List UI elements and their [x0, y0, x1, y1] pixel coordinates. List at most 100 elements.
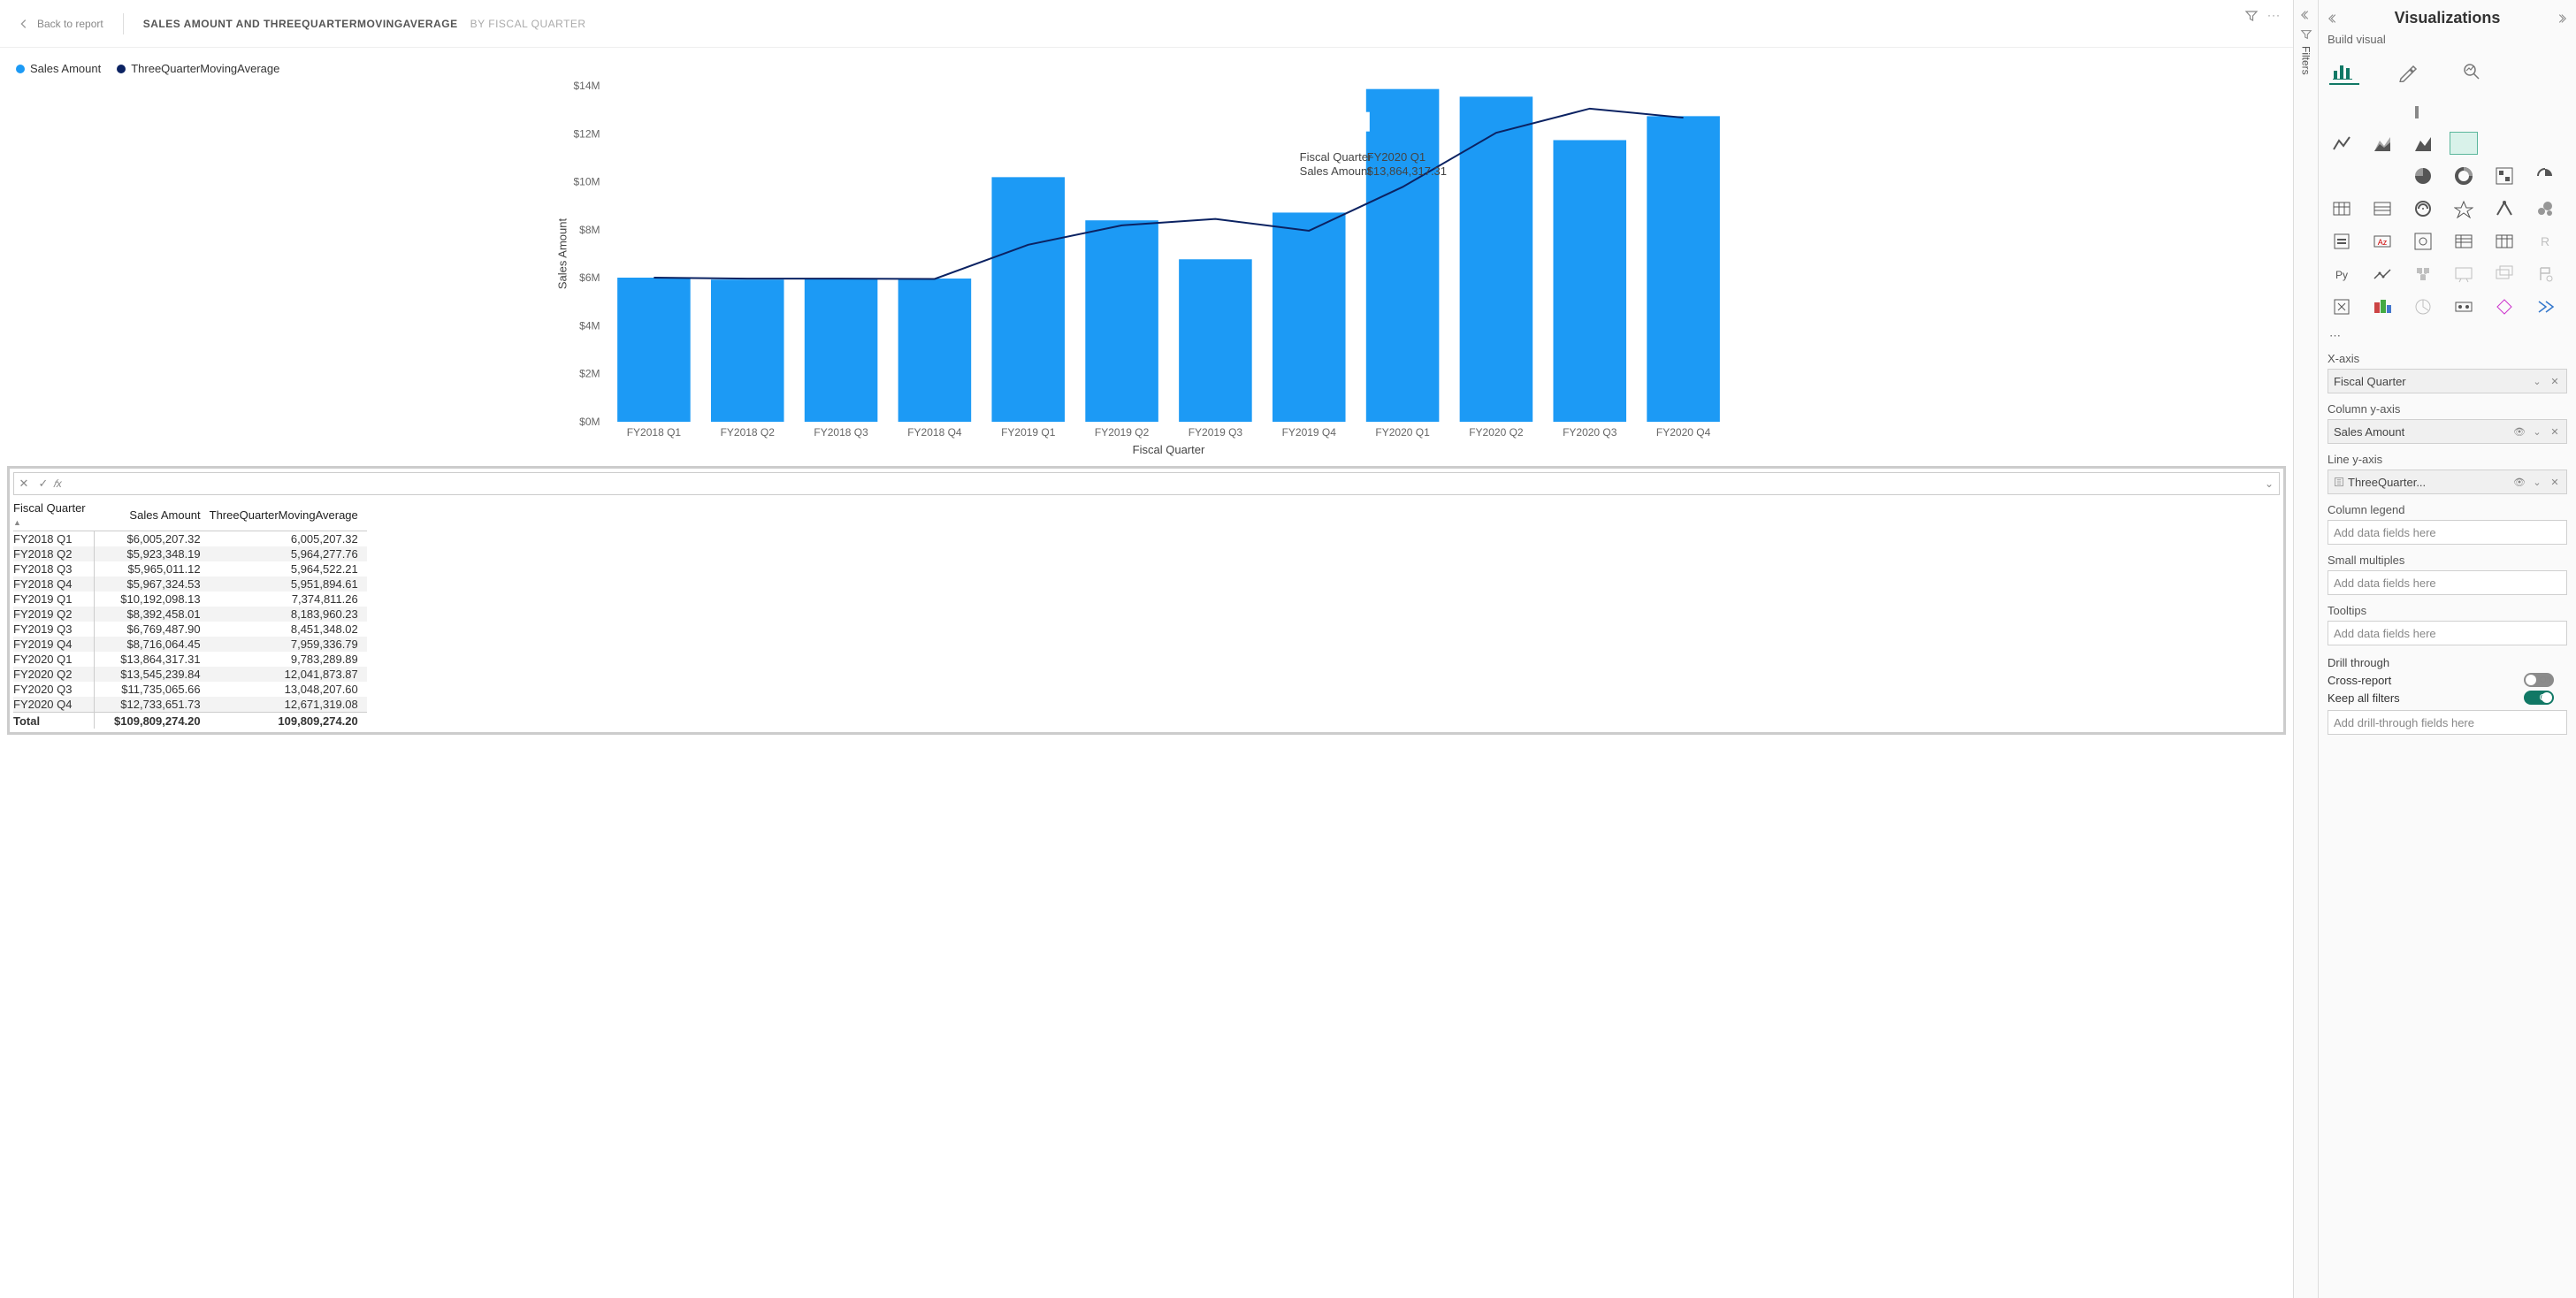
col-header-fiscal-quarter[interactable]: Fiscal Quarter: [13, 501, 86, 515]
visual-type-option[interactable]: [2409, 132, 2437, 155]
visual-type-option[interactable]: [2409, 99, 2437, 122]
bar[interactable]: [1179, 259, 1252, 422]
visual-type-option[interactable]: [2450, 132, 2478, 155]
bar[interactable]: [711, 279, 784, 422]
visual-type-option[interactable]: [2450, 164, 2478, 187]
bar[interactable]: [1085, 220, 1158, 422]
table-row[interactable]: FY2020 Q2$13,545,239.8412,041,873.87: [13, 667, 367, 682]
visual-type-option[interactable]: [2490, 197, 2519, 220]
visual-type-option[interactable]: [2531, 295, 2559, 318]
table-row[interactable]: FY2019 Q3$6,769,487.908,451,348.02: [13, 622, 367, 637]
visual-type-option[interactable]: [2450, 230, 2478, 253]
bar[interactable]: [805, 279, 878, 422]
visual-type-option[interactable]: [2531, 132, 2559, 155]
table-row[interactable]: FY2019 Q1$10,192,098.137,374,811.26: [13, 592, 367, 607]
visual-type-option[interactable]: [2368, 99, 2396, 122]
table-row[interactable]: FY2020 Q3$11,735,065.6613,048,207.60: [13, 682, 367, 697]
visual-type-option[interactable]: [2450, 99, 2478, 122]
visual-type-option[interactable]: [2328, 164, 2356, 187]
formula-bar[interactable]: ✕ ✓ 𝑓x ⌄: [13, 472, 2280, 495]
visual-type-option[interactable]: [2409, 230, 2437, 253]
chart-visual[interactable]: Sales Amount ThreeQuarterMovingAverage $…: [0, 48, 2293, 462]
visual-type-option[interactable]: [2328, 99, 2356, 122]
visual-type-option[interactable]: [2490, 164, 2519, 187]
visual-type-option[interactable]: [2531, 164, 2559, 187]
table-row[interactable]: FY2018 Q3$5,965,011.125,964,522.21: [13, 561, 367, 576]
gallery-more-icon[interactable]: ⋯: [2329, 329, 2567, 343]
visibility-icon[interactable]: 👁: [2513, 426, 2526, 438]
table-row[interactable]: FY2018 Q2$5,923,348.195,964,277.76: [13, 546, 367, 561]
format-visual-tab[interactable]: [2393, 58, 2423, 85]
visual-type-option[interactable]: [2368, 295, 2396, 318]
well-column-y[interactable]: Sales Amount 👁⌄✕: [2328, 419, 2567, 444]
bar[interactable]: [1647, 116, 1720, 422]
remove-field-icon[interactable]: ✕: [2549, 426, 2561, 438]
chevron-down-icon[interactable]: ⌄: [2531, 477, 2543, 488]
visual-type-option[interactable]: Az: [2368, 230, 2396, 253]
visual-type-option[interactable]: Py: [2328, 263, 2356, 286]
visual-type-option[interactable]: [2409, 164, 2437, 187]
visual-type-option[interactable]: [2368, 132, 2396, 155]
remove-field-icon[interactable]: ✕: [2549, 477, 2561, 488]
line-column-chart[interactable]: $0M$2M$4M$6M$8M$10M$12M$14MSales AmountF…: [16, 79, 2277, 459]
bar[interactable]: [1366, 89, 1440, 422]
visual-type-option[interactable]: [2328, 295, 2356, 318]
data-table[interactable]: Fiscal Quarter▲ Sales Amount ThreeQuarte…: [13, 499, 367, 729]
bar[interactable]: [1273, 212, 1346, 422]
visual-type-option[interactable]: [2368, 164, 2396, 187]
legend-item-moving-avg[interactable]: ThreeQuarterMovingAverage: [117, 62, 279, 75]
more-options-icon[interactable]: ···: [2267, 9, 2281, 26]
commit-formula-icon[interactable]: ✓: [34, 477, 53, 491]
bar[interactable]: [1553, 140, 1626, 422]
col-header-moving-avg[interactable]: ThreeQuarterMovingAverage: [210, 499, 367, 531]
visual-type-option[interactable]: [2368, 263, 2396, 286]
visual-type-option[interactable]: [2531, 99, 2559, 122]
table-row[interactable]: FY2020 Q4$12,733,651.7312,671,319.08: [13, 697, 367, 713]
table-row[interactable]: FY2020 Q1$13,864,317.319,783,289.89: [13, 652, 367, 667]
visual-type-option[interactable]: [2328, 197, 2356, 220]
table-row[interactable]: FY2018 Q4$5,967,324.535,951,894.61: [13, 576, 367, 592]
col-header-sales-amount[interactable]: Sales Amount: [95, 499, 210, 531]
fx-icon[interactable]: 𝑓x: [53, 477, 78, 491]
bar[interactable]: [617, 278, 691, 422]
well-column-legend[interactable]: Add data fields here: [2328, 520, 2567, 545]
visual-type-option[interactable]: [2490, 99, 2519, 122]
chevron-down-icon[interactable]: ⌄: [2531, 376, 2543, 387]
visual-type-option[interactable]: [2450, 197, 2478, 220]
visual-type-option[interactable]: [2409, 197, 2437, 220]
well-small-multiples[interactable]: Add data fields here: [2328, 570, 2567, 595]
bar[interactable]: [991, 177, 1065, 422]
cancel-formula-icon[interactable]: ✕: [14, 477, 34, 491]
build-visual-tab[interactable]: [2329, 58, 2359, 85]
visual-type-option[interactable]: [2490, 295, 2519, 318]
remove-field-icon[interactable]: ✕: [2549, 376, 2561, 387]
visual-type-option[interactable]: [2328, 230, 2356, 253]
visual-type-option[interactable]: [2450, 295, 2478, 318]
expand-pane-icon[interactable]: [2300, 9, 2312, 21]
visual-type-option[interactable]: [2328, 132, 2356, 155]
table-row[interactable]: FY2019 Q2$8,392,458.018,183,960.23: [13, 607, 367, 622]
table-row[interactable]: FY2018 Q1$6,005,207.326,005,207.32: [13, 531, 367, 547]
visual-type-option[interactable]: [2490, 230, 2519, 253]
collapse-pane-icon[interactable]: [2328, 12, 2340, 25]
analytics-tab[interactable]: [2457, 58, 2487, 85]
filter-icon[interactable]: [2244, 9, 2259, 26]
well-drill-through[interactable]: Add drill-through fields here: [2328, 710, 2567, 735]
formula-dropdown-icon[interactable]: ⌄: [2259, 477, 2279, 490]
legend-item-sales[interactable]: Sales Amount: [16, 62, 101, 75]
bar[interactable]: [898, 279, 972, 422]
visual-type-option[interactable]: [2490, 132, 2519, 155]
visual-type-option[interactable]: [2368, 197, 2396, 220]
well-xaxis[interactable]: Fiscal Quarter ⌄✕: [2328, 369, 2567, 393]
filters-pane-collapsed[interactable]: Filters: [2293, 0, 2318, 1298]
visibility-icon[interactable]: 👁: [2513, 477, 2526, 488]
bar[interactable]: [1460, 96, 1533, 422]
well-line-y[interactable]: ThreeQuarter... 👁⌄✕: [2328, 470, 2567, 494]
back-to-report-button[interactable]: Back to report: [18, 18, 103, 30]
visual-type-option[interactable]: [2531, 197, 2559, 220]
well-tooltips[interactable]: Add data fields here: [2328, 621, 2567, 645]
table-row[interactable]: FY2019 Q4$8,716,064.457,959,336.79: [13, 637, 367, 652]
formula-input[interactable]: [78, 473, 2259, 494]
expand-right-icon[interactable]: [2555, 12, 2567, 25]
chevron-down-icon[interactable]: ⌄: [2531, 426, 2543, 438]
